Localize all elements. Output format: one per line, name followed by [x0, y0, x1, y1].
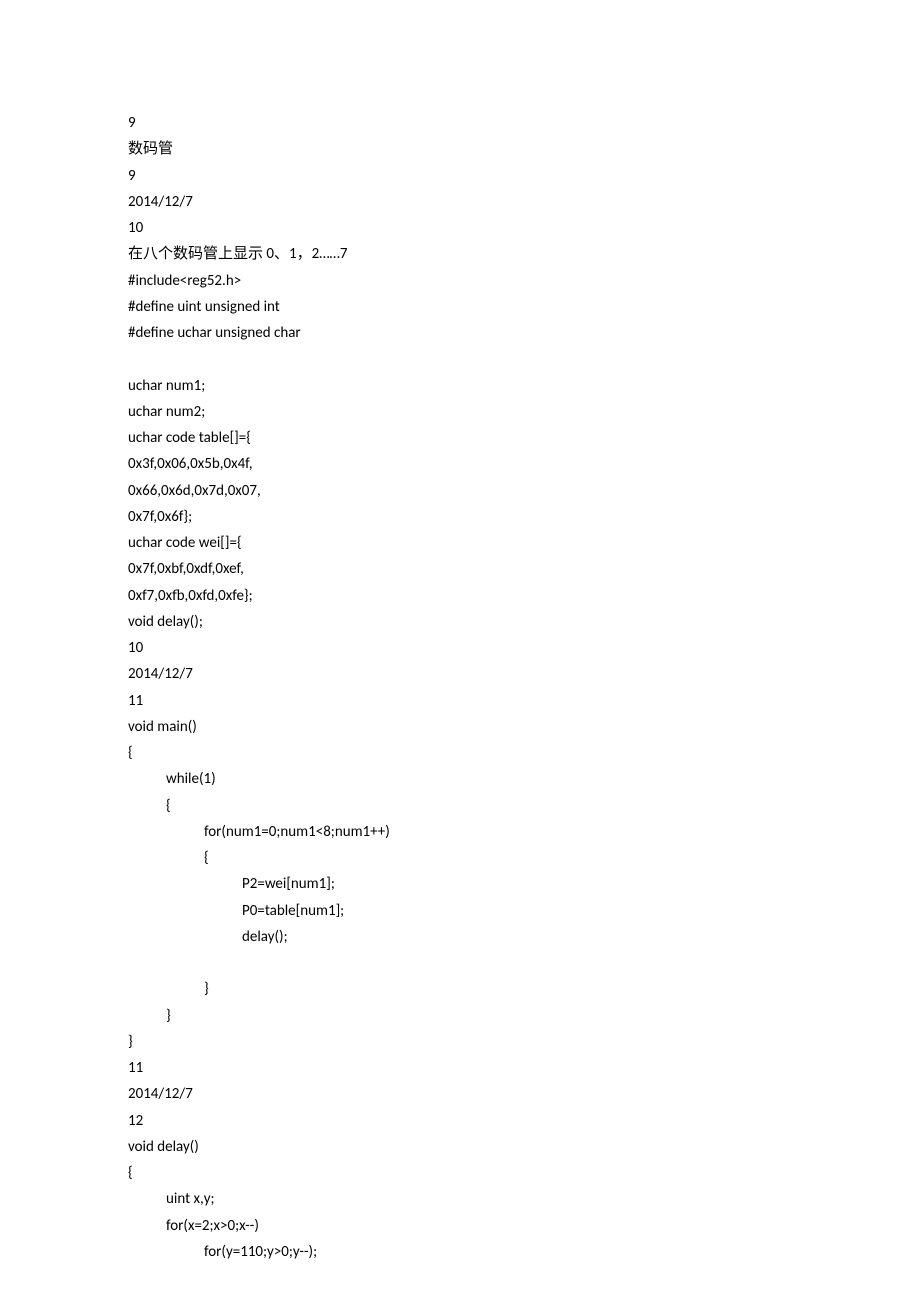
- code-line: {: [128, 845, 788, 871]
- code-line: {: [128, 740, 788, 766]
- code-line: 2014/12/7: [128, 1081, 788, 1107]
- code-line: 数码管: [128, 136, 788, 162]
- code-line: 10: [128, 215, 788, 241]
- code-line: void delay();: [128, 609, 788, 635]
- code-line: #include<reg52.h>: [128, 268, 788, 294]
- code-line: 2014/12/7: [128, 189, 788, 215]
- code-line: #define uchar unsigned char: [128, 320, 788, 346]
- code-line: uint x,y;: [128, 1186, 788, 1212]
- code-line: 0x7f,0x6f};: [128, 504, 788, 530]
- code-line: uchar code wei[]={: [128, 530, 788, 556]
- code-line: 11: [128, 688, 788, 714]
- code-line: uchar num2;: [128, 399, 788, 425]
- code-line: }: [128, 1029, 788, 1055]
- code-line: {: [128, 1160, 788, 1186]
- code-line: 2014/12/7: [128, 661, 788, 687]
- code-line: 9: [128, 163, 788, 189]
- code-line: for(y=110;y>0;y--);: [128, 1239, 788, 1265]
- code-line: {: [128, 793, 788, 819]
- code-line: }: [128, 976, 788, 1002]
- code-line: uchar code table[]={: [128, 425, 788, 451]
- code-line: P0=table[num1];: [128, 898, 788, 924]
- code-line: while(1): [128, 766, 788, 792]
- code-line: [128, 346, 788, 372]
- code-line: 10: [128, 635, 788, 661]
- code-line: 0x66,0x6d,0x7d,0x07,: [128, 478, 788, 504]
- code-line: void main(): [128, 714, 788, 740]
- code-line: [128, 950, 788, 976]
- code-line: 0x7f,0xbf,0xdf,0xef,: [128, 556, 788, 582]
- code-line: }: [128, 1003, 788, 1029]
- code-line: void delay(): [128, 1134, 788, 1160]
- code-line: P2=wei[num1];: [128, 871, 788, 897]
- code-line: 9: [128, 110, 788, 136]
- code-line: for(x=2;x>0;x--): [128, 1213, 788, 1239]
- code-line: 0x3f,0x06,0x5b,0x4f,: [128, 451, 788, 477]
- code-line: #define uint unsigned int: [128, 294, 788, 320]
- code-line: uchar num1;: [128, 373, 788, 399]
- code-line: 0xf7,0xfb,0xfd,0xfe};: [128, 583, 788, 609]
- code-line: for(num1=0;num1<8;num1++): [128, 819, 788, 845]
- code-line: 在八个数码管上显示 0、1，2……7: [128, 241, 788, 267]
- code-line: 12: [128, 1108, 788, 1134]
- code-line: 11: [128, 1055, 788, 1081]
- code-line: delay();: [128, 924, 788, 950]
- document-page: 9数码管92014/12/710在八个数码管上显示 0、1，2……7#inclu…: [0, 0, 788, 1265]
